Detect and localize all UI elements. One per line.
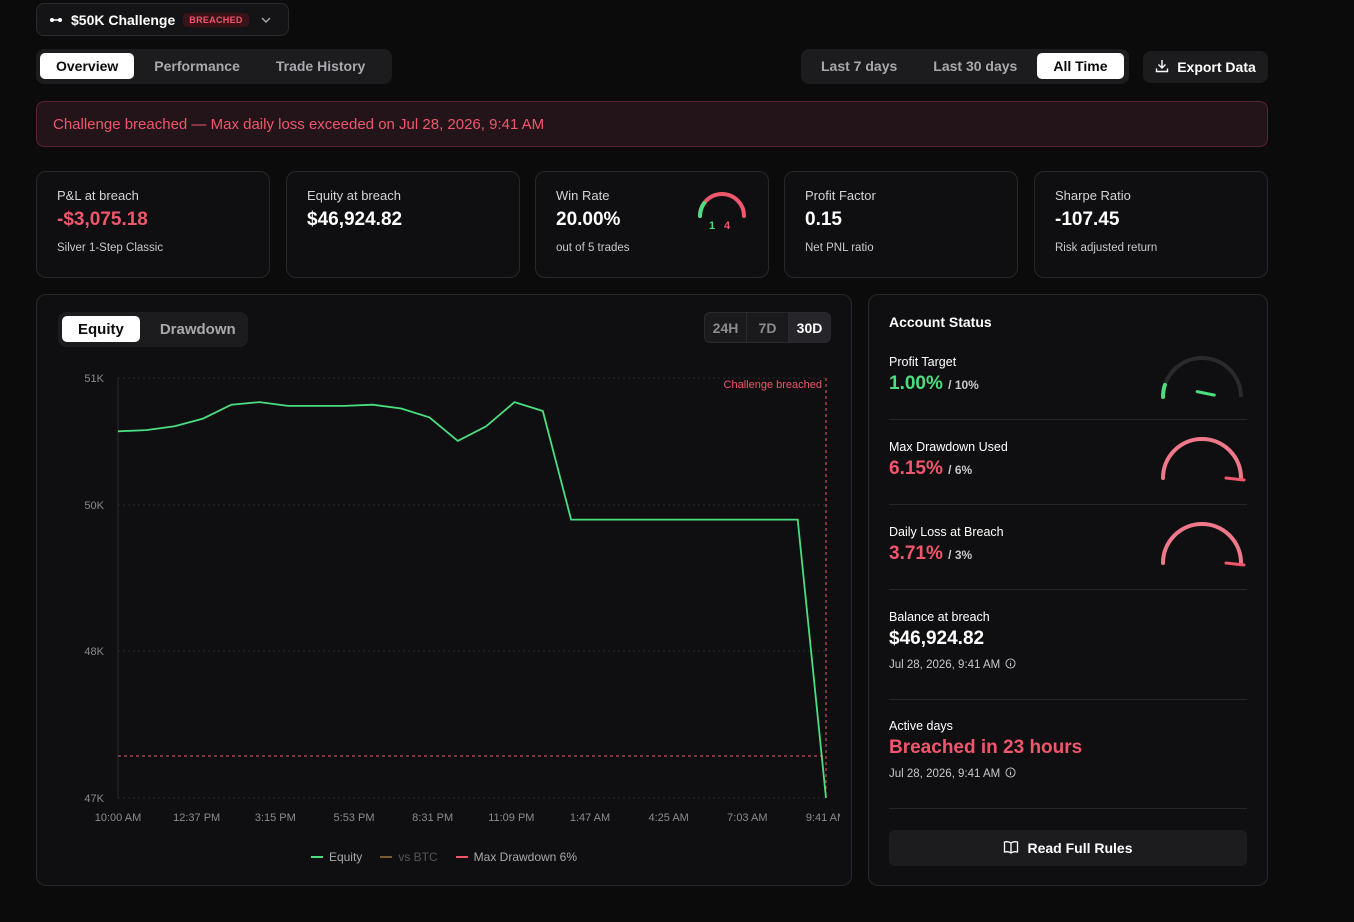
tab-last-30-days[interactable]: Last 30 days — [917, 53, 1033, 79]
download-icon — [1155, 59, 1169, 76]
row-value: 1.00% — [889, 373, 943, 394]
daily-loss-gauge — [1161, 522, 1246, 567]
stat-sub: Silver 1-Step Classic — [57, 242, 164, 254]
legend-swatch — [380, 856, 393, 858]
book-icon — [1003, 840, 1019, 857]
stat-card-winrate: Win Rate 20.00% out of 5 trades 1 4 — [535, 171, 769, 278]
info-icon[interactable] — [1005, 658, 1016, 672]
x-tick-label: 7:03 AM — [727, 812, 767, 824]
range-tabs: Last 7 days Last 30 days All Time — [801, 49, 1129, 84]
stat-value: $46,924.82 — [307, 209, 403, 230]
account-status-title: Account Status — [889, 314, 992, 330]
chart-type-tabs: Equity Drawdown — [58, 312, 248, 347]
y-tick-label: 47K — [84, 793, 104, 805]
account-status-panel: Account Status Profit Target 1.00% / 10%… — [868, 294, 1268, 886]
max-drawdown-row: Max Drawdown Used 6.15% / 6% — [889, 437, 1247, 505]
chevron-down-icon — [261, 14, 271, 26]
y-tick-label: 50K — [84, 500, 104, 512]
stat-card-profit-factor: Profit Factor 0.15 Net PNL ratio — [784, 171, 1018, 278]
stat-label: Profit Factor — [805, 188, 876, 203]
rules-label: Read Full Rules — [1027, 840, 1133, 856]
stat-card-pnl: P&L at breach -$3,075.18 Silver 1-Step C… — [36, 171, 270, 278]
breach-alert-text: Challenge breached — Max daily loss exce… — [53, 115, 545, 133]
stat-sub: Net PNL ratio — [805, 242, 874, 254]
y-tick-label: 51K — [84, 373, 104, 385]
legend-item-btc[interactable]: vs BTC — [380, 848, 438, 866]
row-value: Breached in 23 hours — [889, 737, 1083, 758]
x-tick-label: 8:31 PM — [412, 812, 453, 824]
strategy-icon — [49, 15, 63, 25]
row-label: Balance at breach — [889, 610, 990, 624]
row-date: Jul 28, 2026, 9:41 AM — [889, 659, 1001, 671]
tab-performance[interactable]: Performance — [138, 53, 256, 79]
row-of: / 3% — [948, 548, 973, 562]
x-tick-label: 10:00 AM — [95, 812, 141, 824]
row-of: / 10% — [948, 378, 979, 392]
x-tick-label: 1:47 AM — [570, 812, 610, 824]
legend-swatch — [455, 856, 468, 858]
legend-label: vs BTC — [398, 850, 438, 864]
tab-trade-history[interactable]: Trade History — [260, 53, 381, 79]
daily-loss-row: Daily Loss at Breach 3.71% / 3% — [889, 522, 1247, 590]
challenge-name: $50K Challenge — [71, 11, 176, 28]
legend-item-max-drawdown[interactable]: Max Drawdown 6% — [455, 848, 578, 866]
equity-line — [117, 401, 827, 799]
y-tick-label: 48K — [84, 646, 104, 658]
losses-count: 4 — [724, 220, 731, 232]
profit-target-row: Profit Target 1.00% / 10% — [889, 355, 1247, 420]
stat-value: -107.45 — [1055, 209, 1120, 230]
breached-badge: BREACHED — [183, 12, 249, 27]
challenge-selector[interactable]: $50K Challenge BREACHED — [36, 3, 289, 36]
chart-legend: Equity vs BTC Max Drawdown 6% — [36, 848, 852, 866]
info-icon[interactable] — [1005, 767, 1016, 781]
timeframe-tabs: 24H 7D 30D — [704, 312, 831, 343]
stat-label: Equity at breach — [307, 188, 401, 203]
tab-7d[interactable]: 7D — [747, 313, 789, 342]
equity-chart: 51K 50K 48K 47K 10:00 AM 12:37 PM 3:15 PM 5:53 … — [84, 373, 840, 824]
row-value: 6.15% — [889, 458, 943, 479]
breach-alert: Challenge breached — Max daily loss exce… — [36, 101, 1268, 147]
tab-overview[interactable]: Overview — [40, 53, 135, 79]
stat-card-equity: Equity at breach $46,924.82 — [286, 171, 520, 278]
legend-swatch — [310, 856, 323, 858]
x-tick-label: 11:09 PM — [488, 812, 534, 824]
stat-label: P&L at breach — [57, 188, 139, 203]
export-label: Export Data — [1177, 59, 1256, 75]
stat-sub: out of 5 trades — [556, 242, 630, 254]
stat-value: 0.15 — [805, 209, 842, 230]
tab-equity[interactable]: Equity — [62, 316, 140, 342]
tab-24h[interactable]: 24H — [705, 313, 747, 342]
x-tick-label: 4:25 AM — [648, 812, 688, 824]
row-value: 3.71% — [889, 543, 943, 564]
legend-label: Max Drawdown 6% — [473, 850, 578, 864]
main-tabs: Overview Performance Trade History — [36, 49, 392, 84]
tab-drawdown[interactable]: Drawdown — [144, 316, 252, 342]
balance-row: Balance at breach $46,924.82 Jul 28, 202… — [889, 610, 1247, 700]
legend-item-equity[interactable]: Equity — [310, 848, 363, 866]
winrate-gauge: 1 4 — [694, 190, 750, 234]
tab-30d[interactable]: 30D — [789, 313, 830, 342]
wins-count: 1 — [709, 220, 716, 232]
row-value: $46,924.82 — [889, 628, 985, 649]
x-tick-label: 5:53 PM — [334, 812, 375, 824]
export-data-button[interactable]: Export Data — [1143, 51, 1268, 83]
read-full-rules-button[interactable]: Read Full Rules — [889, 830, 1247, 866]
breach-annotation: Challenge breached — [724, 379, 822, 391]
row-date: Jul 28, 2026, 9:41 AM — [889, 768, 1001, 780]
stat-sub: Risk adjusted return — [1055, 242, 1158, 254]
profit-target-gauge — [1160, 356, 1243, 399]
max-drawdown-gauge — [1161, 437, 1246, 482]
stat-value: -$3,075.18 — [57, 209, 148, 230]
tab-all-time[interactable]: All Time — [1037, 53, 1124, 79]
active-days-row: Active days Breached in 23 hours Jul 28,… — [889, 719, 1247, 809]
x-tick-label: 9:41 AM — [806, 812, 840, 824]
stat-card-sharpe: Sharpe Ratio -107.45 Risk adjusted retur… — [1034, 171, 1268, 278]
stat-label: Sharpe Ratio — [1055, 188, 1131, 203]
x-tick-label: 3:15 PM — [255, 812, 296, 824]
legend-label: Equity — [328, 850, 363, 864]
row-label: Active days — [889, 719, 953, 733]
x-tick-label: 12:37 PM — [173, 812, 220, 824]
tab-last-7-days[interactable]: Last 7 days — [805, 53, 913, 79]
row-of: / 6% — [948, 463, 973, 477]
